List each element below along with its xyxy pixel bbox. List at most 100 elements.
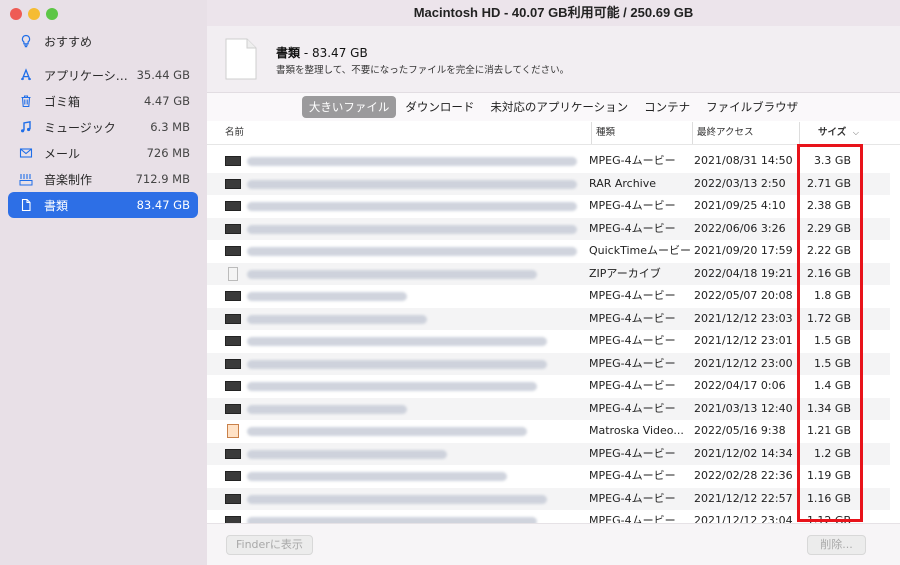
file-last-access: 2022/06/06 3:26 bbox=[694, 221, 786, 235]
file-last-access: 2022/05/07 20:08 bbox=[694, 289, 793, 302]
table-row[interactable]: MPEG-4ムービー 2021/09/25 4:10 2.38 GB bbox=[207, 195, 890, 218]
file-kind: MPEG-4ムービー bbox=[589, 221, 676, 235]
table-row[interactable]: MPEG-4ムービー 2021/12/12 22:57 1.16 GB bbox=[207, 487, 890, 510]
file-size: 1.19 GB bbox=[806, 469, 851, 482]
table-row[interactable]: RAR Archive 2022/03/13 2:50 2.71 GB bbox=[207, 172, 890, 195]
video-thumbnail-icon bbox=[225, 358, 241, 369]
table-row[interactable]: MPEG-4ムービー 2021/12/12 23:01 1.5 GB bbox=[207, 330, 890, 353]
file-last-access: 2022/05/16 9:38 bbox=[694, 424, 786, 437]
column-header-size[interactable]: サイズ ⌵ bbox=[799, 122, 865, 144]
file-last-access: 2022/04/18 19:21 bbox=[694, 266, 793, 280]
chevron-down-icon: ⌵ bbox=[852, 128, 859, 137]
category-title: 書類 - 83.47 GB bbox=[276, 44, 368, 61]
sidebar-item-trash[interactable]: ゴミ箱 4.47 GB bbox=[8, 88, 198, 114]
sidebar-item-label: アプリケーシ… bbox=[44, 68, 128, 83]
file-last-access: 2021/09/20 17:59 bbox=[694, 244, 793, 257]
file-size: 2.16 GB bbox=[806, 266, 851, 280]
file-kind: ZIPアーカイブ bbox=[589, 266, 661, 280]
sidebar-item-documents[interactable]: 書類 83.47 GB bbox=[8, 192, 198, 218]
mail-icon bbox=[18, 145, 34, 161]
table-header: 名前 種類 最終アクセス サイズ ⌵ bbox=[207, 122, 900, 145]
table-row[interactable]: MPEG-4ムービー 2022/04/17 0:06 1.4 GB bbox=[207, 375, 890, 398]
file-size: 1.16 GB bbox=[806, 491, 851, 505]
file-name-redacted bbox=[247, 427, 527, 436]
video-thumbnail-icon bbox=[225, 201, 241, 211]
column-header-kind[interactable]: 種類 bbox=[591, 122, 615, 144]
sidebar-item-recommendations[interactable]: おすすめ bbox=[8, 28, 198, 54]
lightbulb-icon bbox=[18, 33, 34, 49]
file-name-redacted bbox=[247, 359, 547, 369]
sidebar-item-mail[interactable]: メール 726 MB bbox=[8, 140, 198, 166]
file-last-access: 2021/12/12 23:03 bbox=[694, 311, 793, 325]
close-button[interactable] bbox=[10, 8, 22, 20]
document-icon bbox=[18, 197, 34, 213]
column-header-last-access[interactable]: 最終アクセス bbox=[692, 122, 754, 144]
tab-unsupported-apps[interactable]: 未対応のアプリケーション bbox=[483, 96, 635, 118]
table-row[interactable]: ZIPアーカイブ 2022/04/18 19:21 2.16 GB bbox=[207, 262, 890, 285]
storage-management-window: おすすめ アプリケーシ… 35.44 GB ゴミ箱 4.47 GB ミュージック… bbox=[0, 0, 900, 565]
file-size: 1.5 GB bbox=[813, 356, 851, 370]
file-table: 名前 種類 最終アクセス サイズ ⌵ MPEG-4ムービー 2021/08/31 1… bbox=[207, 122, 900, 527]
table-row[interactable]: MPEG-4ムービー 2022/06/06 3:26 2.29 GB bbox=[207, 217, 890, 240]
tab-file-browser[interactable]: ファイルブラウザ bbox=[699, 96, 805, 118]
video-thumbnail-icon bbox=[225, 471, 241, 481]
music-note-icon bbox=[18, 119, 34, 135]
video-thumbnail-icon bbox=[225, 381, 241, 391]
file-last-access: 2022/04/17 0:06 bbox=[694, 379, 786, 392]
video-thumbnail-icon bbox=[225, 223, 241, 234]
music-production-icon bbox=[18, 171, 34, 187]
sidebar-item-music-production[interactable]: 音楽制作 712.9 MB bbox=[8, 166, 198, 192]
show-in-finder-button[interactable]: Finderに表示 bbox=[226, 535, 313, 555]
footer-bar: Finderに表示 削除... bbox=[207, 523, 900, 565]
table-rows: MPEG-4ムービー 2021/08/31 14:50 3.3 GB RAR Arch… bbox=[207, 150, 890, 533]
table-row[interactable]: MPEG-4ムービー 2021/08/31 14:50 3.3 GB bbox=[207, 150, 890, 173]
trash-icon bbox=[18, 93, 34, 109]
window-controls bbox=[10, 8, 58, 20]
sidebar-item-size: 83.47 GB bbox=[136, 198, 190, 212]
file-last-access: 2021/12/12 22:57 bbox=[694, 491, 793, 505]
category-name: 書類 bbox=[276, 46, 301, 60]
table-row[interactable]: Matroska Video... 2022/05/16 9:38 1.21 GB bbox=[207, 420, 890, 443]
file-name-redacted bbox=[247, 314, 427, 324]
table-row[interactable]: MPEG-4ムービー 2021/12/02 14:34 1.2 GB bbox=[207, 442, 890, 465]
document-large-icon bbox=[225, 38, 257, 80]
file-name-redacted bbox=[247, 179, 577, 189]
zoom-button[interactable] bbox=[46, 8, 58, 20]
table-row[interactable]: MPEG-4ムービー 2021/03/13 12:40 1.34 GB bbox=[207, 397, 890, 420]
sidebar-item-music[interactable]: ミュージック 6.3 MB bbox=[8, 114, 198, 140]
sidebar-item-size: 6.3 MB bbox=[150, 120, 190, 134]
file-name-redacted bbox=[247, 292, 407, 301]
sidebar-item-size: 35.44 GB bbox=[136, 68, 190, 82]
video-thumbnail-icon bbox=[225, 336, 241, 346]
app-icon bbox=[18, 67, 34, 83]
file-kind: MPEG-4ムービー bbox=[589, 154, 676, 167]
table-row[interactable]: MPEG-4ムービー 2022/05/07 20:08 1.8 GB bbox=[207, 285, 890, 308]
sidebar-item-label: メール bbox=[44, 146, 81, 161]
file-last-access: 2021/09/25 4:10 bbox=[694, 199, 786, 212]
file-name-redacted bbox=[247, 382, 537, 391]
video-thumbnail-icon bbox=[225, 178, 241, 189]
file-name-redacted bbox=[247, 472, 507, 481]
table-row[interactable]: MPEG-4ムービー 2021/12/12 23:00 1.5 GB bbox=[207, 352, 890, 375]
file-kind: MPEG-4ムービー bbox=[589, 356, 676, 370]
category-size: - 83.47 GB bbox=[300, 46, 368, 60]
sidebar-item-applications[interactable]: アプリケーシ… 35.44 GB bbox=[8, 62, 198, 88]
tab-containers[interactable]: コンテナ bbox=[637, 96, 697, 118]
minimize-button[interactable] bbox=[28, 8, 40, 20]
table-row[interactable]: MPEG-4ムービー 2022/02/28 22:36 1.19 GB bbox=[207, 465, 890, 488]
file-kind: RAR Archive bbox=[589, 176, 657, 190]
tab-large-files[interactable]: 大きいファイル bbox=[301, 96, 397, 118]
sidebar-item-size: 726 MB bbox=[146, 146, 190, 160]
file-name-redacted bbox=[247, 449, 447, 459]
file-kind: MPEG-4ムービー bbox=[589, 311, 676, 325]
file-last-access: 2021/12/12 23:01 bbox=[694, 334, 793, 347]
file-kind: MPEG-4ムービー bbox=[589, 491, 676, 505]
column-header-name[interactable]: 名前 bbox=[225, 122, 244, 144]
delete-button[interactable]: 削除... bbox=[807, 535, 866, 555]
sidebar-item-label: 書類 bbox=[44, 198, 69, 213]
file-size: 1.72 GB bbox=[806, 311, 851, 325]
tab-downloads[interactable]: ダウンロード bbox=[398, 96, 481, 118]
table-row[interactable]: QuickTimeムービー 2021/09/20 17:59 2.22 GB bbox=[207, 240, 890, 263]
sidebar-item-size: 4.47 GB bbox=[143, 94, 190, 108]
table-row[interactable]: MPEG-4ムービー 2021/12/12 23:03 1.72 GB bbox=[207, 307, 890, 330]
